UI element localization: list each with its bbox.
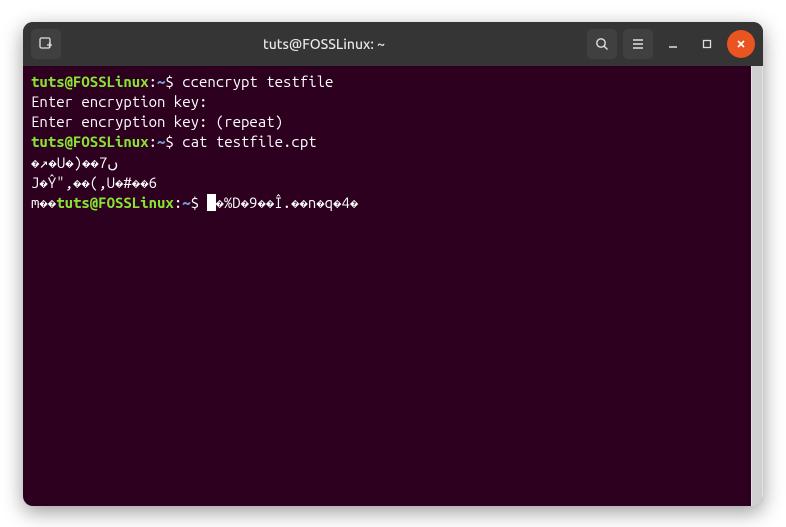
maximize-button[interactable] [693, 30, 721, 58]
search-icon [594, 36, 610, 52]
command-text: ccencrypt testfile [182, 73, 333, 90]
prompt-user: tuts@FOSSLinux [56, 194, 174, 211]
terminal-window: tuts@FOSSLinux: ~ [23, 22, 763, 506]
prompt-dollar: $ [165, 73, 182, 90]
terminal-line: �↗�U�)��7ں [31, 153, 755, 173]
garbage-prefix: m�� [31, 194, 56, 211]
titlebar: tuts@FOSSLinux: ~ [23, 22, 763, 66]
terminal-line: tuts@FOSSLinux:~$ cat testfile.cpt [31, 132, 755, 152]
terminal-line: Enter encryption key: [31, 92, 755, 112]
maximize-icon [701, 38, 713, 50]
terminal-line: m��tuts@FOSSLinux:~$ �%D�9��Î.��n�q�4� [31, 193, 755, 213]
output-text: �↗�U�)��7ں [31, 154, 118, 171]
new-tab-button[interactable] [31, 29, 61, 59]
output-text: Enter encryption key: (repeat) [31, 113, 283, 130]
terminal-content: tuts@FOSSLinux:~$ ccencrypt testfileEnte… [31, 72, 755, 214]
close-button[interactable] [727, 30, 755, 58]
minimize-button[interactable] [659, 30, 687, 58]
prompt-path: ~ [182, 194, 190, 211]
command-text: cat testfile.cpt [182, 133, 316, 150]
output-text: J�Ŷ",��(,U�#��6 [31, 174, 157, 191]
terminal-line: tuts@FOSSLinux:~$ ccencrypt testfile [31, 72, 755, 92]
prompt-user: tuts@FOSSLinux [31, 133, 149, 150]
scrollbar-thumb[interactable] [752, 66, 762, 506]
terminal-viewport[interactable]: tuts@FOSSLinux:~$ ccencrypt testfileEnte… [23, 66, 763, 506]
window-title: tuts@FOSSLinux: ~ [67, 36, 581, 52]
prompt-colon: : [149, 73, 157, 90]
new-tab-icon [38, 36, 54, 52]
hamburger-icon [630, 36, 646, 52]
prompt-user: tuts@FOSSLinux [31, 73, 149, 90]
garbage-after-cursor: �%D�9��Î.��n�q�4� [215, 194, 358, 211]
titlebar-right [587, 29, 755, 59]
scrollbar[interactable] [751, 66, 763, 506]
prompt-dollar: $ [191, 194, 208, 211]
prompt-dollar: $ [165, 133, 182, 150]
menu-button[interactable] [623, 29, 653, 59]
prompt-colon: : [174, 194, 182, 211]
prompt-colon: : [149, 133, 157, 150]
minimize-icon [667, 38, 679, 50]
output-text: Enter encryption key: [31, 93, 207, 110]
search-button[interactable] [587, 29, 617, 59]
terminal-line: Enter encryption key: (repeat) [31, 112, 755, 132]
terminal-line: J�Ŷ",��(,U�#��6 [31, 173, 755, 193]
close-icon [735, 38, 747, 50]
